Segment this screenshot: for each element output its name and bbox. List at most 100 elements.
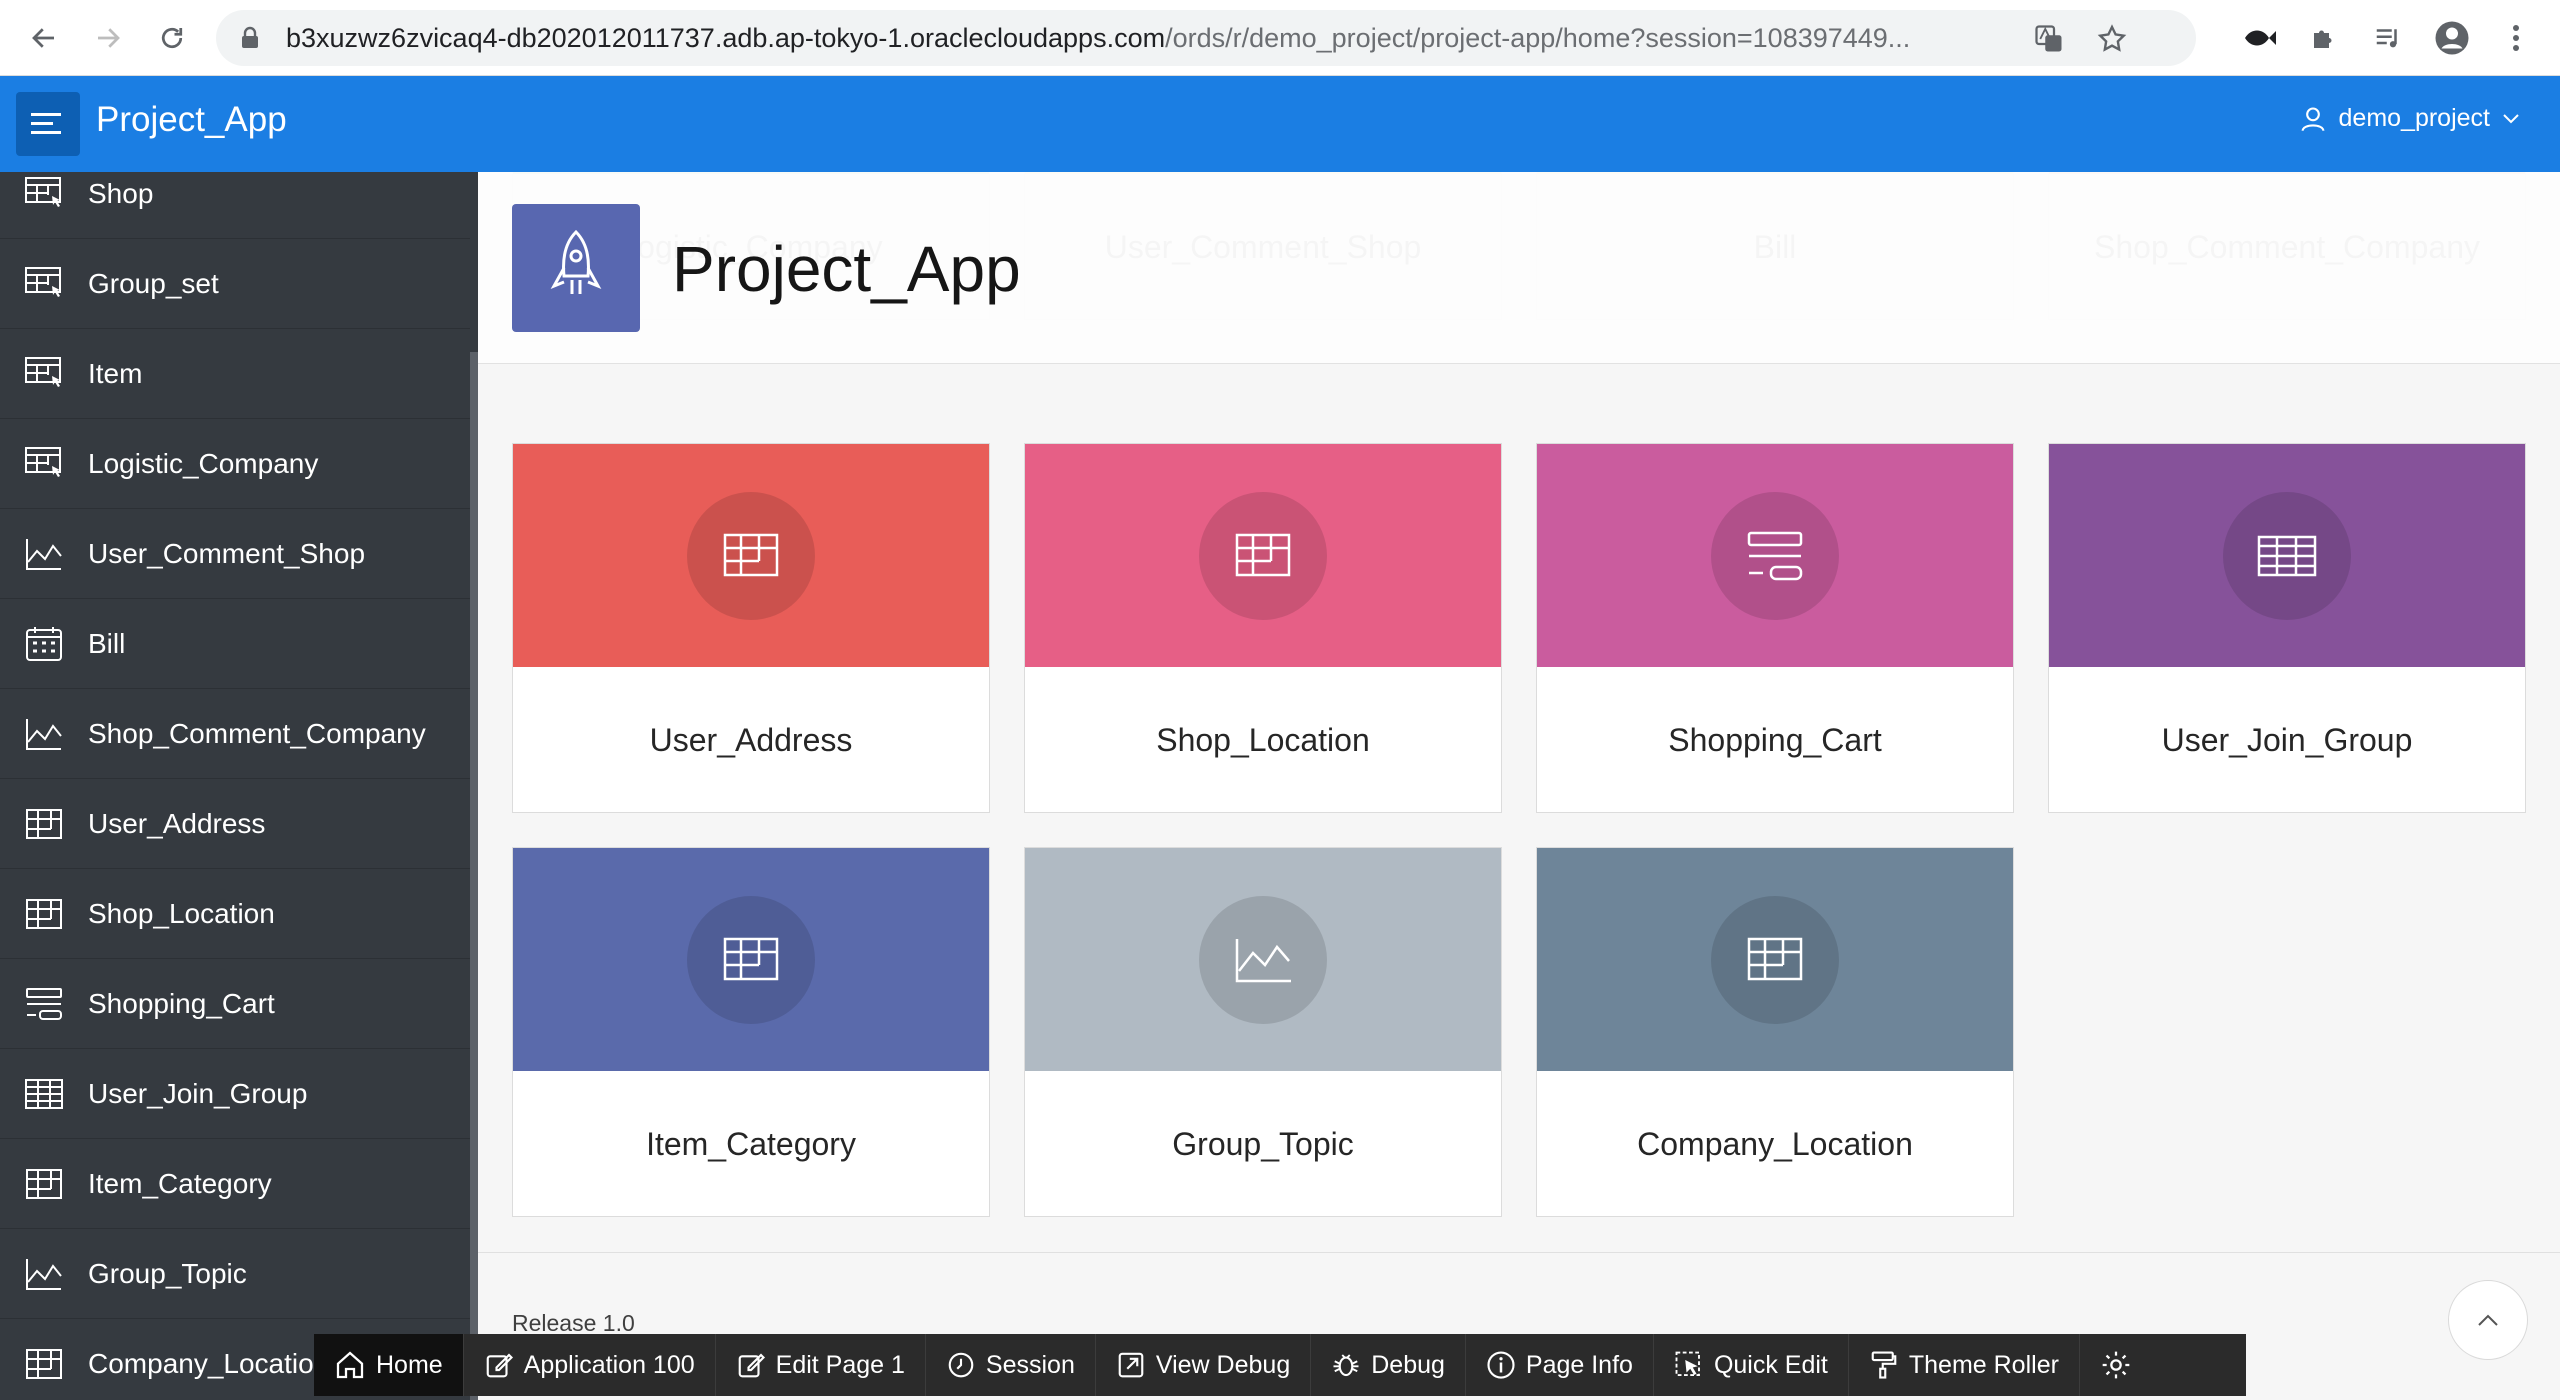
rocket-icon <box>512 204 640 332</box>
card-label: User_Address <box>649 721 853 758</box>
card-banner <box>1025 848 1501 1071</box>
app-card-user-join-group[interactable]: User_Join_Group <box>2048 443 2526 813</box>
app-card-shopping-cart[interactable]: Shopping_Cart <box>1536 443 2014 813</box>
form-icon <box>22 982 66 1026</box>
dev-application-button[interactable]: Application 100 <box>464 1334 716 1396</box>
sidebar-item-shop-location[interactable]: Shop_Location <box>0 869 470 959</box>
chevron-up-icon <box>2478 1314 2498 1326</box>
sidebar-item-logistic-company[interactable]: Logistic_Company <box>0 419 470 509</box>
scroll-to-top-button[interactable] <box>2448 1280 2528 1360</box>
table-icon <box>22 1072 66 1116</box>
dev-quick-edit-label: Quick Edit <box>1713 1350 1828 1379</box>
bug-icon <box>1333 1354 1359 1377</box>
forward-button[interactable] <box>84 14 132 62</box>
dev-theme-roller-button[interactable]: Theme Roller <box>1849 1334 2080 1396</box>
dev-quick-edit-button[interactable]: Quick Edit <box>1654 1334 1849 1396</box>
card-label: Group_Topic <box>1172 1125 1354 1162</box>
table-pointer-icon <box>22 172 66 216</box>
hero-region: Project_App <box>478 172 2560 364</box>
card-label: Item_Category <box>646 1125 856 1162</box>
app-card-company-location[interactable]: Company_Location <box>1536 847 2014 1217</box>
sidebar-item-label: User_Address <box>88 807 266 839</box>
back-button[interactable] <box>20 14 68 62</box>
dev-session-button[interactable]: Session <box>926 1334 1096 1396</box>
release-text: Release 1.0 <box>512 1310 635 1336</box>
calendar-icon <box>22 622 66 666</box>
card-banner <box>2049 444 2525 667</box>
dev-edit-page-button[interactable]: Edit Page 1 <box>716 1334 926 1396</box>
arrow-left-icon <box>32 28 54 48</box>
grid-icon <box>22 802 66 846</box>
form-icon <box>1711 491 1839 620</box>
extensions-puzzle-icon[interactable] <box>2300 14 2348 62</box>
paint-roller-icon <box>1871 1351 1897 1379</box>
table-icon <box>2223 491 2351 620</box>
sidebar-item-label: User_Comment_Shop <box>88 537 366 569</box>
grid-icon <box>687 895 815 1024</box>
dev-debug-button[interactable]: Debug <box>1311 1334 1466 1396</box>
dev-home-button[interactable]: Home <box>314 1334 464 1396</box>
sidebar-item-item-category[interactable]: Item_Category <box>0 1139 470 1229</box>
sidebar-item-shopping-cart[interactable]: Shopping_Cart <box>0 959 470 1049</box>
gear-icon <box>2102 1351 2130 1379</box>
url-text: b3xuzwz6zvicaq4-db202012011737.adb.ap-to… <box>286 23 2126 54</box>
app-card-user-address[interactable]: User_Address <box>512 443 990 813</box>
sidebar-item-label: Group_Topic <box>88 1257 247 1289</box>
dev-page-info-button[interactable]: Page Info <box>1466 1334 1654 1396</box>
sidebar-item-label: Shopping_Cart <box>88 987 275 1019</box>
browser-toolbar: b3xuzwz6zvicaq4-db202012011737.adb.ap-to… <box>0 0 2560 76</box>
dev-view-debug-button[interactable]: View Debug <box>1096 1334 1312 1396</box>
reload-button[interactable] <box>148 14 196 62</box>
address-bar[interactable]: b3xuzwz6zvicaq4-db202012011737.adb.ap-to… <box>216 10 2196 66</box>
user-menu[interactable]: demo_project <box>2299 104 2520 133</box>
url-path: /ords/r/demo_project/project-app/home?se… <box>1165 22 1911 53</box>
sidebar-item-label: Shop <box>88 177 154 209</box>
card-banner <box>1025 444 1501 667</box>
sidebar-item-label: Item <box>88 357 143 389</box>
sidebar-item-group-set[interactable]: Group_set <box>0 239 470 329</box>
sidebar-item-user-address[interactable]: User_Address <box>0 779 470 869</box>
sidebar-item-label: Item_Category <box>88 1167 272 1199</box>
profile-avatar-icon[interactable] <box>2428 14 2476 62</box>
sidebar-item-bill[interactable]: Bill <box>0 599 470 689</box>
sidebar-item-label: User_Join_Group <box>88 1077 308 1109</box>
side-navigation: Shop Group_set Item Logistic_Company User_Co… <box>0 172 478 1400</box>
grid-icon <box>1199 491 1327 620</box>
sidebar-item-user-comment-shop[interactable]: User_Comment_Shop <box>0 509 470 599</box>
card-label: Company_Location <box>1637 1125 1913 1162</box>
nav-toggle-button[interactable] <box>16 92 80 156</box>
app-title[interactable]: Project_App <box>96 100 287 140</box>
dev-debug-label: Debug <box>1371 1350 1445 1379</box>
star-icon[interactable] <box>2096 23 2128 55</box>
page-title: Project_App <box>672 233 1021 305</box>
sidebar-item-label: Logistic_Company <box>88 447 319 479</box>
dev-settings-button[interactable] <box>2080 1334 2162 1396</box>
sidebar-item-label: Group_set <box>88 267 219 299</box>
chevron-down-icon <box>2503 113 2519 123</box>
media-queue-icon[interactable] <box>2364 14 2412 62</box>
sidebar-item-item[interactable]: Item <box>0 329 470 419</box>
app-card-item-category[interactable]: Item_Category <box>512 847 990 1217</box>
card-label: Shopping_Cart <box>1668 721 1882 758</box>
developer-toolbar: Home Application 100 Edit Page 1 Session… <box>314 1334 2246 1396</box>
browser-menu-icon[interactable] <box>2492 14 2540 62</box>
card-banner <box>513 444 989 667</box>
translate-icon[interactable] <box>2034 24 2064 54</box>
info-icon <box>1487 1351 1515 1379</box>
dev-application-label: Application 100 <box>523 1350 695 1379</box>
extension-fish-icon[interactable] <box>2236 14 2284 62</box>
sidebar-item-user-join-group[interactable]: User_Join_Group <box>0 1049 470 1139</box>
select-pointer-icon <box>1675 1351 1700 1376</box>
sidebar-item-group-topic[interactable]: Group_Topic <box>0 1229 470 1319</box>
external-window-icon <box>1118 1352 1144 1378</box>
hamburger-icon <box>31 113 61 134</box>
app-header: Project_App demo_project <box>0 76 2560 172</box>
app-card-shop-location[interactable]: Shop_Location <box>1024 443 1502 813</box>
chart-line-icon <box>22 712 66 756</box>
app-card-group-topic[interactable]: Group_Topic <box>1024 847 1502 1217</box>
sidebar-item-label: Shop_Location <box>88 897 275 929</box>
sidebar-item-shop-comment-company[interactable]: Shop_Comment_Company <box>0 689 470 779</box>
sidebar-scrollbar[interactable] <box>470 352 478 1400</box>
grid-icon <box>22 1162 66 1206</box>
sidebar-item-shop[interactable]: Shop <box>0 172 470 239</box>
